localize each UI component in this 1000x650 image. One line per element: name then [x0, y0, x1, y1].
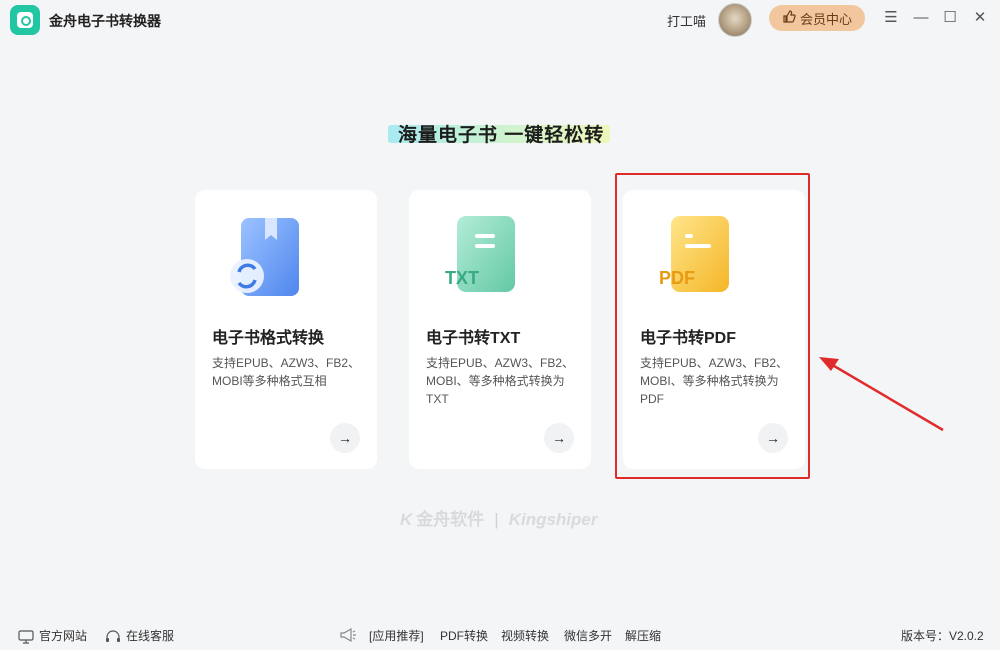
card-to-txt[interactable]: TXT 电子书转TXT 支持EPUB、AZW3、FB2、MOBI、等多种格式转换…	[409, 190, 591, 469]
slogan-text: 海量电子书 一键轻松转	[398, 125, 605, 146]
username[interactable]: 打工喵	[667, 11, 706, 30]
txt-badge: TXT	[445, 268, 479, 288]
official-website-label: 官方网站	[39, 629, 88, 643]
online-service-link[interactable]: 在线客服	[105, 627, 174, 644]
brand-separator: |	[494, 510, 499, 529]
annotation-arrow-icon	[815, 355, 950, 440]
brand-en: Kingshiper	[508, 510, 598, 529]
version-label: 版本号：V2.0.2	[901, 629, 984, 643]
card-description: 支持EPUB、AZW3、FB2、MOBI、等多种格式转换为TXT	[426, 356, 575, 406]
app-title: 金舟电子书转换器	[49, 13, 161, 29]
txt-file-icon: TXT	[441, 212, 531, 307]
brand-cn: 金舟软件	[416, 510, 485, 529]
footer-link-unzip[interactable]: 解压缩	[625, 627, 661, 644]
minimize-icon[interactable]: —	[912, 9, 930, 27]
menu-icon[interactable]: ☰	[882, 9, 900, 27]
online-service-label: 在线客服	[126, 629, 175, 643]
close-icon[interactable]: ✕	[971, 9, 989, 27]
official-website-link[interactable]: 官方网站	[18, 627, 87, 644]
brand-watermark: K 金舟软件 | Kingshiper	[400, 505, 598, 530]
avatar[interactable]	[718, 3, 752, 37]
slogan: 海量电子书 一键轻松转	[388, 118, 610, 148]
app-logo-icon	[10, 5, 40, 35]
footer-link-pdf[interactable]: PDF转换	[440, 627, 488, 644]
arrow-right-icon[interactable]: →	[544, 423, 574, 453]
app-recommend-label: [应用推荐]	[369, 629, 424, 643]
card-title: 电子书格式转换	[212, 330, 325, 347]
brand-logo-icon: K	[400, 510, 413, 529]
card-format-convert[interactable]: 电子书格式转换 支持EPUB、AZW3、FB2、MOBI等多种格式互相 →	[195, 190, 377, 469]
title-bar: 金舟电子书转换器 打工喵 会员中心 ☰ — ☐ ✕	[0, 0, 1000, 38]
maximize-icon[interactable]: ☐	[941, 9, 959, 27]
vip-center-button[interactable]: 会员中心	[769, 5, 865, 31]
arrow-right-icon[interactable]: →	[330, 423, 360, 453]
card-description: 支持EPUB、AZW3、FB2、MOBI等多种格式互相	[212, 356, 361, 388]
footer-link-wechat[interactable]: 微信多开	[564, 627, 612, 644]
card-title: 电子书转TXT	[426, 330, 521, 347]
footer: 官方网站 在线客服 [应用推荐] PDF转换 视频转换 微信多开 解压缩 版本号…	[0, 618, 1000, 650]
monitor-icon	[18, 630, 34, 644]
highlight-box	[615, 173, 810, 479]
thumbs-up-icon	[782, 9, 796, 27]
book-convert-icon	[223, 214, 313, 309]
footer-link-video[interactable]: 视频转换	[501, 627, 549, 644]
megaphone-icon	[339, 627, 362, 643]
vip-center-label: 会员中心	[799, 11, 852, 27]
headset-icon	[106, 630, 120, 642]
